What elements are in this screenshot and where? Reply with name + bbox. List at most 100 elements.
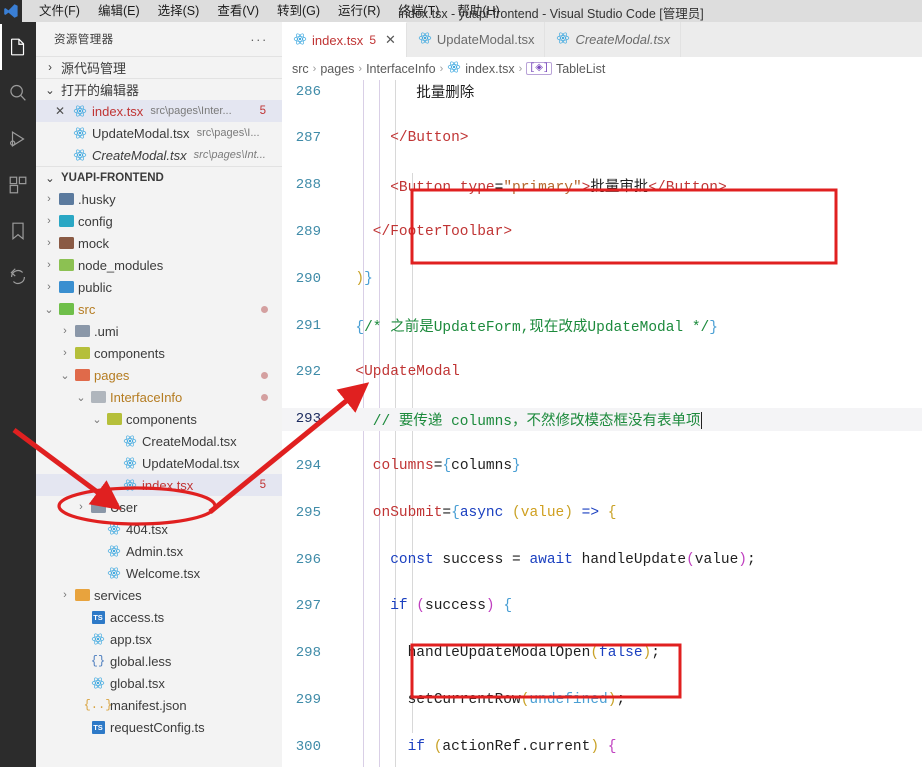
menu-selection[interactable]: 选择(S) xyxy=(149,0,209,22)
tree-item-label: requestConfig.ts xyxy=(110,719,205,735)
tree-folder[interactable]: › public xyxy=(36,276,282,298)
close-icon[interactable]: ✕ xyxy=(50,104,70,118)
code-line[interactable]: 300 if (actionRef.current) { xyxy=(282,735,922,758)
code-line[interactable]: 296 const success = await handleUpdate(va… xyxy=(282,548,922,571)
chevron-down-icon[interactable]: ⌄ xyxy=(58,369,72,382)
code-line[interactable]: 294 columns={columns} xyxy=(282,454,922,477)
breadcrumb-separator: › xyxy=(358,62,363,75)
code-line[interactable]: 297 if (success) { xyxy=(282,595,922,618)
tree-item-label: mock xyxy=(78,235,110,251)
tree-folder[interactable]: › node_modules xyxy=(36,254,282,276)
chevron-right-icon[interactable]: › xyxy=(58,589,72,601)
react-file-icon xyxy=(120,478,140,492)
code-line[interactable]: 290)} xyxy=(282,267,922,290)
editor-tab[interactable]: UpdateModal.tsx xyxy=(406,22,546,57)
tree-folder[interactable]: › components xyxy=(36,342,282,364)
code-line[interactable]: 291 {/* 之前是UpdateForm,现在改成UpdateModal */} xyxy=(282,314,922,337)
code-editor[interactable]: 286 批量删除 287 </Button> 288 <Button type="prim… xyxy=(282,80,922,767)
tree-item-label: InterfaceInfo xyxy=(110,389,183,405)
explorer-icon[interactable] xyxy=(0,24,36,70)
extensions-icon[interactable] xyxy=(0,162,36,208)
folder-icon xyxy=(56,259,76,271)
editor-tab[interactable]: CreateModal.tsx xyxy=(545,22,682,57)
line-number: 294 xyxy=(295,458,321,474)
tree-folder[interactable]: ⌄ src xyxy=(36,298,282,320)
open-editor-item[interactable]: CreateModal.tsx src\pages\Int... xyxy=(36,144,282,166)
tree-file[interactable]: Welcome.tsx xyxy=(36,562,282,584)
chevron-right-icon[interactable]: › xyxy=(74,501,88,513)
line-number: 295 xyxy=(295,504,321,521)
code-line[interactable]: 295 onSubmit={async (value) => { xyxy=(282,501,922,524)
tree-file[interactable]: Admin.tsx xyxy=(36,540,282,562)
section-open-editors[interactable]: ⌄ 打开的编辑器 xyxy=(36,78,282,100)
chevron-right-icon[interactable]: › xyxy=(42,215,56,227)
tree-file[interactable]: {} global.less xyxy=(36,650,282,672)
menu-file[interactable]: 文件(F) xyxy=(30,0,89,22)
tree-folder[interactable]: › services xyxy=(36,584,282,606)
tree-file[interactable]: CreateModal.tsx xyxy=(36,430,282,452)
tree-folder[interactable]: › .husky xyxy=(36,188,282,210)
breadcrumb-label: index.tsx xyxy=(465,61,515,76)
tree-file[interactable]: global.tsx xyxy=(36,672,282,694)
tree-file[interactable]: UpdateModal.tsx xyxy=(36,452,282,474)
search-icon[interactable] xyxy=(0,70,36,116)
chevron-right-icon[interactable]: › xyxy=(42,237,56,249)
run-and-debug-icon[interactable] xyxy=(0,116,36,162)
explorer-sidebar: 资源管理器 ··· › 源代码管理 ⌄ 打开的编辑器 ✕ index.tsx src… xyxy=(36,22,282,767)
tree-folder[interactable]: › .umi xyxy=(36,320,282,342)
tree-file[interactable]: TS access.ts xyxy=(36,606,282,628)
bookmark-icon[interactable] xyxy=(0,208,36,254)
breadcrumb-label: src xyxy=(292,61,309,76)
menu-help[interactable]: 帮助(H) xyxy=(448,0,508,22)
chevron-down-icon[interactable]: ⌄ xyxy=(42,303,56,316)
tree-file[interactable]: app.tsx xyxy=(36,628,282,650)
chevron-right-icon[interactable]: › xyxy=(58,347,72,359)
tree-file[interactable]: TS requestConfig.ts xyxy=(36,716,282,738)
menu-view[interactable]: 查看(V) xyxy=(208,0,268,22)
tree-folder[interactable]: › User xyxy=(36,496,282,518)
close-icon[interactable]: ✕ xyxy=(385,32,396,48)
menu-go[interactable]: 转到(G) xyxy=(268,0,329,22)
tree-file[interactable]: {..} manifest.json xyxy=(36,694,282,716)
tree-file[interactable]: index.tsx 5 xyxy=(36,474,282,496)
breadcrumb-item[interactable]: index.tsx xyxy=(447,60,515,77)
chevron-down-icon[interactable]: ⌄ xyxy=(74,391,88,404)
open-editor-item[interactable]: UpdateModal.tsx src\pages\I... xyxy=(36,122,282,144)
breadcrumb-item[interactable]: pages xyxy=(320,62,354,76)
code-line[interactable]: 286 批量删除 xyxy=(282,80,922,103)
section-source-control[interactable]: › 源代码管理 xyxy=(36,56,282,78)
menu-edit[interactable]: 编辑(E) xyxy=(89,0,149,22)
explorer-more-actions-icon[interactable]: ··· xyxy=(250,32,268,47)
breadcrumb-item[interactable]: src xyxy=(292,62,309,76)
code-line[interactable]: 289 </FooterToolbar> xyxy=(282,220,922,243)
open-editor-item[interactable]: ✕ index.tsx src\pages\Inter... 5 xyxy=(36,100,282,122)
react-file-icon xyxy=(104,522,124,536)
code-line[interactable]: 299 setCurrentRow(undefined); xyxy=(282,688,922,711)
breadcrumb-item[interactable]: [◈] TableList xyxy=(526,62,605,76)
chevron-right-icon[interactable]: › xyxy=(58,325,72,337)
tree-folder[interactable]: › mock xyxy=(36,232,282,254)
tree-folder[interactable]: ⌄ components xyxy=(36,408,282,430)
code-line[interactable]: 288 <Button type="primary">批量审批</Button> xyxy=(282,174,922,197)
menu-bar[interactable]: 文件(F) 编辑(E) 选择(S) 查看(V) 转到(G) 运行(R) 终端(T… xyxy=(30,0,509,22)
chevron-right-icon[interactable]: › xyxy=(42,259,56,271)
tree-folder[interactable]: › config xyxy=(36,210,282,232)
source-control-sync-icon[interactable] xyxy=(0,254,36,300)
explorer-title: 资源管理器 xyxy=(54,34,114,46)
code-line[interactable]: 293 // 要传递 columns，不然修改模态框没有表单项 xyxy=(282,407,922,431)
menu-run[interactable]: 运行(R) xyxy=(329,0,389,22)
code-line[interactable]: 292 <UpdateModal xyxy=(282,361,922,384)
code-line[interactable]: 287 </Button> xyxy=(282,127,922,150)
editor-tab[interactable]: index.tsx 5 ✕ xyxy=(282,22,407,57)
menu-terminal[interactable]: 终端(T) xyxy=(389,0,448,22)
chevron-right-icon[interactable]: › xyxy=(42,281,56,293)
section-workspace[interactable]: ⌄ YUAPI-FRONTEND xyxy=(36,166,282,188)
tree-folder[interactable]: ⌄ InterfaceInfo xyxy=(36,386,282,408)
breadcrumb-item[interactable]: InterfaceInfo xyxy=(366,62,436,76)
code-line[interactable]: 298 handleUpdateModalOpen(false); xyxy=(282,641,922,664)
react-icon xyxy=(418,31,432,48)
chevron-right-icon[interactable]: › xyxy=(42,193,56,205)
tree-file[interactable]: 404.tsx xyxy=(36,518,282,540)
tree-folder[interactable]: ⌄ pages xyxy=(36,364,282,386)
chevron-down-icon[interactable]: ⌄ xyxy=(90,413,104,426)
